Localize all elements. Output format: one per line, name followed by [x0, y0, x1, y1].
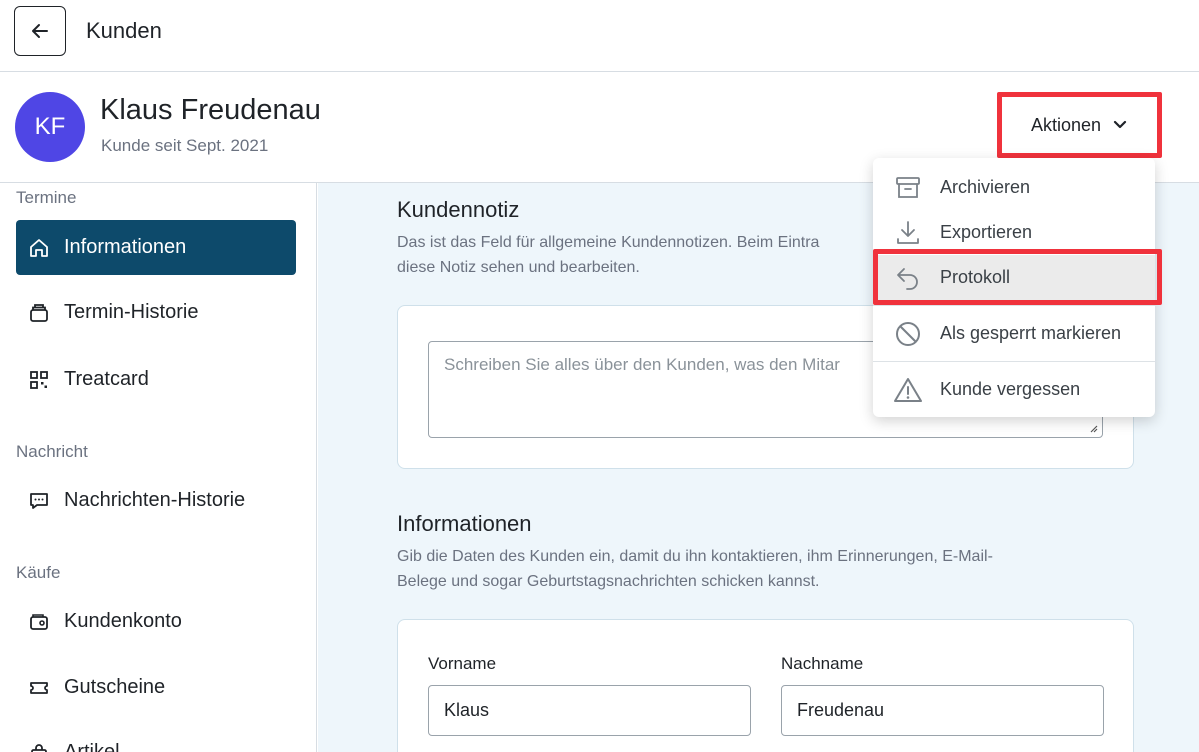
info-description: Gib die Daten des Kunden ein, damit du i…: [397, 544, 1097, 594]
actions-button[interactable]: Aktionen: [1008, 102, 1150, 148]
sidebar-item-label: Kundenkonto: [64, 610, 182, 632]
lastname-input[interactable]: Freudenau: [781, 685, 1104, 736]
menu-item-label: Kunde vergessen: [940, 379, 1081, 399]
menu-item-kunde-vergessen[interactable]: Kunde vergessen: [873, 367, 1155, 412]
customer-since: Kunde seit Sept. 2021: [101, 136, 269, 155]
sidebar-item-nachrichten-historie[interactable]: Nachrichten-Historie: [16, 473, 296, 528]
sidebar-item-label: Gutscheine: [64, 676, 166, 698]
chevron-down-icon: [1113, 120, 1127, 129]
sidebar-item-label: Treatcard: [64, 368, 149, 390]
page-title: Kunden: [86, 18, 162, 43]
sidebar-item-label: Termin-Historie: [64, 301, 199, 323]
sidebar: Termine Informationen Termin-Historie Tr…: [0, 183, 317, 752]
arrow-left-icon: [32, 24, 48, 38]
sidebar-item-label: Artikel: [64, 741, 120, 752]
info-card: Vorname Klaus Nachname Freudenau: [397, 619, 1134, 752]
menu-item-archivieren[interactable]: Archivieren: [873, 165, 1155, 210]
sidebar-section-nachricht: Nachricht: [16, 442, 88, 461]
sidebar-item-label: Nachrichten-Historie: [64, 489, 246, 511]
sidebar-item-treatcard[interactable]: Treatcard: [16, 352, 296, 407]
menu-divider: [873, 305, 1155, 306]
calendar-stack-icon: [28, 302, 50, 324]
sidebar-item-termin-historie[interactable]: Termin-Historie: [16, 285, 296, 340]
menu-item-label: Archivieren: [940, 177, 1031, 197]
menu-divider: [873, 361, 1155, 362]
sidebar-item-label: Informationen: [64, 236, 187, 258]
note-placeholder: Schreiben Sie alles über den Kunden, was…: [444, 355, 840, 374]
wallet-icon: [28, 611, 50, 633]
customer-name: Klaus Freudenau: [100, 94, 321, 126]
ticket-icon: [28, 677, 50, 699]
firstname-input[interactable]: Klaus: [428, 685, 751, 736]
info-title: Informationen: [397, 511, 532, 536]
menu-item-label: Als gesperrt markieren: [940, 323, 1122, 343]
top-bar: Kunden: [0, 0, 1199, 72]
avatar: KF: [15, 92, 85, 162]
undo-arrow-icon: [893, 263, 923, 293]
home-icon: [28, 237, 50, 259]
sidebar-section-kaeufe: Käufe: [16, 563, 61, 582]
info-description-line-1: Gib die Daten des Kunden ein, damit du i…: [397, 548, 993, 565]
qr-code-icon: [28, 369, 50, 391]
chat-icon: [28, 490, 50, 512]
menu-item-label: Exportieren: [940, 222, 1033, 242]
menu-item-label: Protokoll: [940, 267, 1011, 287]
sidebar-section-termine: Termine: [16, 188, 77, 207]
lastname-label: Nachname: [781, 654, 864, 673]
sidebar-item-informationen[interactable]: Informationen: [16, 220, 296, 275]
sidebar-item-gutscheine[interactable]: Gutscheine: [16, 660, 296, 715]
info-description-line-2: Belege und sogar Geburtstagsnachrichten …: [397, 573, 820, 590]
sidebar-item-artikel[interactable]: Artikel: [16, 725, 296, 752]
menu-item-protokoll[interactable]: Protokoll: [873, 255, 1155, 300]
firstname-label: Vorname: [428, 654, 497, 673]
note-title: Kundennotiz: [397, 197, 520, 222]
block-icon: [893, 319, 923, 349]
actions-menu: Archivieren Exportieren Protokoll Als ge…: [873, 158, 1155, 417]
warning-icon: [893, 375, 923, 405]
sidebar-item-kundenkonto[interactable]: Kundenkonto: [16, 594, 296, 649]
resize-handle-icon[interactable]: [1088, 423, 1098, 433]
back-button[interactable]: [14, 6, 66, 56]
menu-item-gesperrt[interactable]: Als gesperrt markieren: [873, 311, 1155, 356]
archive-icon: [893, 173, 923, 203]
menu-item-exportieren[interactable]: Exportieren: [873, 210, 1155, 255]
actions-label: Aktionen: [1030, 114, 1102, 135]
bag-icon: [28, 742, 50, 752]
download-icon: [893, 218, 923, 248]
